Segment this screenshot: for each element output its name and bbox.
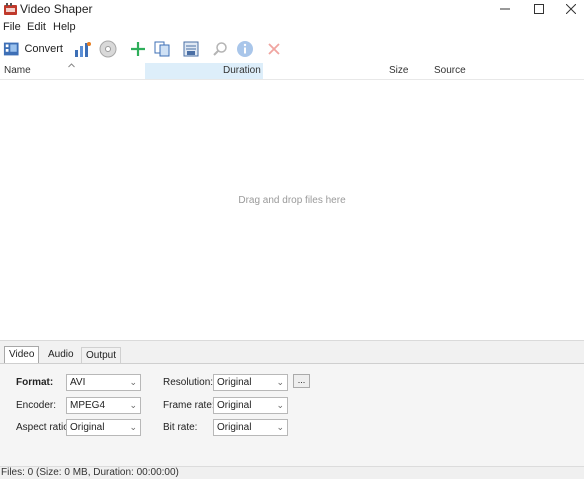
info-button[interactable] [234,38,256,60]
bit-rate-select[interactable]: Original ⌄ [213,419,288,436]
search-icon [213,42,227,56]
frame-rate-select[interactable]: Original ⌄ [213,397,288,414]
remove-button[interactable] [263,38,285,60]
format-label: Format: [16,377,54,388]
tab-output[interactable]: Output [81,347,122,363]
toolbar: Convert [0,35,584,63]
bit-rate-value: Original [217,422,252,433]
close-window-button[interactable] [556,0,584,18]
copy-files-icon [154,41,170,57]
convert-icon [3,42,19,56]
menu-edit[interactable]: Edit [27,21,46,33]
format-select[interactable]: AVI ⌄ [66,374,141,391]
chevron-down-icon: ⌄ [276,422,284,432]
tab-audio[interactable]: Audio [44,347,78,362]
tab-video[interactable]: Video [4,346,40,363]
close-icon [566,4,576,14]
frame-rate-label: Frame rate: [163,400,215,411]
column-source[interactable]: Source [434,63,466,79]
frame-rate-value: Original [217,400,252,411]
sort-ascending-icon [68,63,75,68]
encoder-select[interactable]: MPEG4 ⌄ [66,397,141,414]
statistics-button[interactable] [72,38,94,60]
aspect-ratio-label: Aspect ratio: [16,422,72,433]
window-title: Video Shaper [20,2,93,16]
add-files-button[interactable] [127,38,149,60]
encoder-label: Encoder: [16,400,57,411]
minimize-button[interactable] [490,0,520,18]
menu-file[interactable]: File [3,21,21,33]
chevron-down-icon: ⌄ [276,377,284,387]
aspect-ratio-select[interactable]: Original ⌄ [66,419,141,436]
resolution-more-button[interactable]: ... [293,374,310,388]
menu-help[interactable]: Help [53,21,76,33]
save-list-button[interactable] [180,38,202,60]
chevron-down-icon: ⌄ [129,400,137,410]
chevron-down-icon: ⌄ [276,400,284,410]
menu-bar: File Edit Help [0,19,584,35]
search-button[interactable] [209,38,231,60]
plus-icon [131,42,145,56]
format-value: AVI [70,377,86,388]
app-logo-icon [4,3,17,15]
column-duration[interactable]: Duration [223,63,261,79]
convert-button[interactable]: Convert [3,38,63,60]
bar-chart-icon [75,42,91,57]
column-name[interactable]: Name [4,63,31,79]
info-icon [237,41,253,57]
disc-button[interactable] [97,38,119,60]
bit-rate-label: Bit rate: [163,422,198,433]
column-size[interactable]: Size [389,63,408,79]
add-folder-button[interactable] [151,38,173,60]
aspect-ratio-value: Original [70,422,105,433]
disc-icon [99,40,117,58]
resolution-value: Original [217,377,252,388]
list-save-icon [183,41,199,57]
convert-label: Convert [24,43,63,55]
chevron-down-icon: ⌄ [129,422,137,432]
file-list[interactable] [0,80,584,338]
maximize-icon [534,4,544,14]
file-list-header: Name Duration Size Source [0,63,584,80]
status-text: Files: 0 (Size: 0 MB, Duration: 00:00:00… [1,467,179,478]
chevron-down-icon: ⌄ [129,377,137,387]
resolution-select[interactable]: Original ⌄ [213,374,288,391]
resolution-label: Resolution: [163,377,214,388]
encoder-value: MPEG4 [70,400,106,411]
minimize-icon [500,8,510,10]
maximize-button[interactable] [524,0,554,18]
delete-icon [268,43,280,55]
drop-files-hint: Drag and drop files here [238,195,346,206]
